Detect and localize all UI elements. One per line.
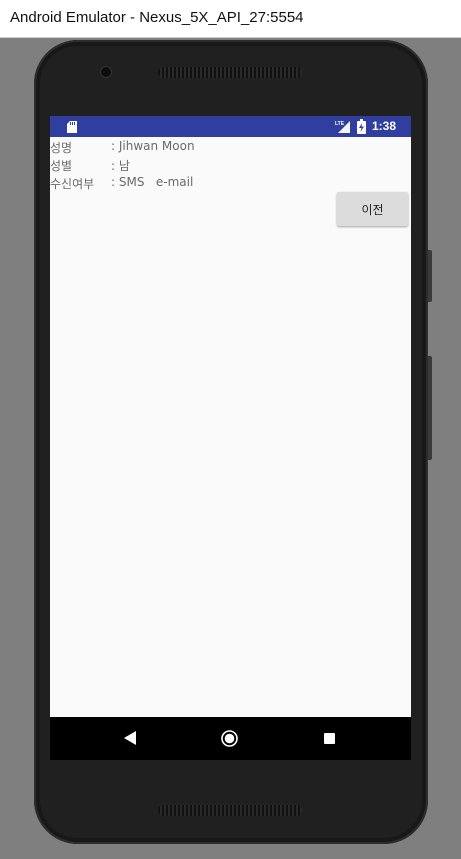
subscription-label: 수신여부 [50, 177, 95, 191]
name-value: : Jihwan Moon [111, 139, 195, 153]
recent-apps-icon[interactable] [324, 733, 335, 744]
power-key[interactable] [428, 250, 432, 302]
navigation-bar [50, 717, 411, 760]
bottom-speaker-grille [158, 805, 302, 816]
gender-label: 성별 [50, 159, 73, 173]
svg-text:LTE: LTE [335, 121, 345, 127]
previous-button[interactable]: 이전 [337, 192, 408, 226]
subscription-value: : SMS e-mail [111, 175, 194, 189]
battery-charging-icon [357, 119, 366, 134]
device-screen: LTE 1:38 성명 : Jihwan Moon 성별 : 남 수신여부 : … [50, 116, 411, 760]
emulator-window-title: Android Emulator - Nexus_5X_API_27:5554 [10, 9, 304, 26]
home-icon[interactable] [221, 730, 238, 747]
front-camera-icon [101, 67, 111, 77]
status-clock: 1:38 [372, 119, 397, 133]
emulator-title-bar: Android Emulator - Nexus_5X_API_27:5554 [0, 0, 461, 38]
status-bar: LTE 1:38 [50, 116, 411, 137]
back-icon[interactable] [124, 731, 136, 745]
volume-key[interactable] [428, 356, 432, 460]
sd-card-icon [67, 121, 77, 133]
gender-value: : 남 [111, 159, 130, 173]
top-speaker-grille [158, 67, 302, 78]
lte-signal-icon: LTE [335, 121, 350, 133]
name-label: 성명 [50, 141, 73, 155]
